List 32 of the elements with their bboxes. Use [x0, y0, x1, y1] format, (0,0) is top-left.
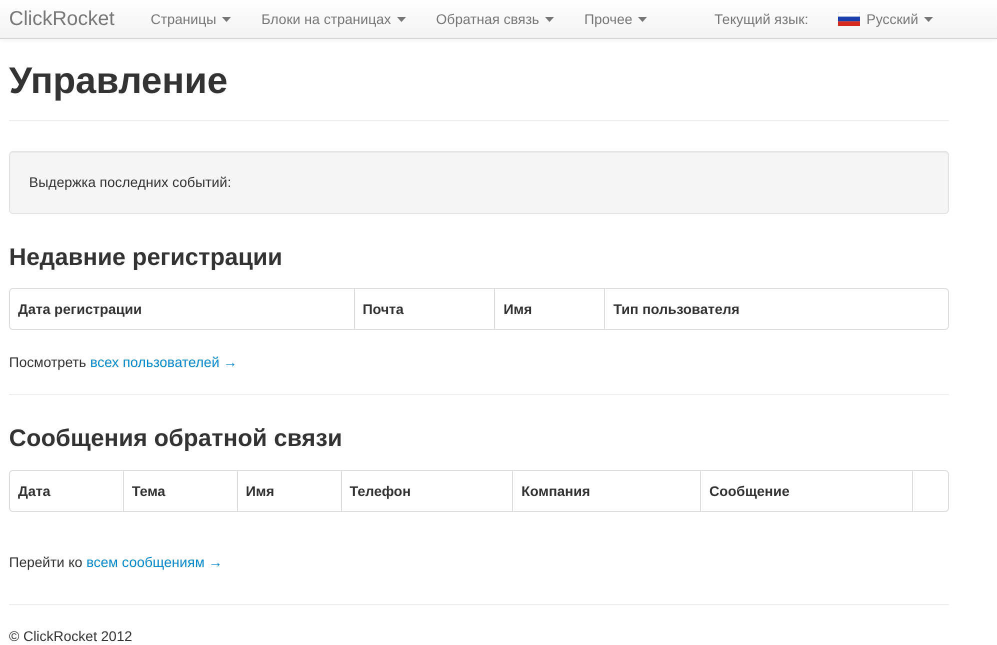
caret-icon — [222, 16, 232, 22]
column-header: Тема — [122, 471, 237, 512]
caret-icon — [397, 16, 406, 22]
events-panel: Выдержка последних событий: — [9, 150, 949, 214]
nav-menu[interactable]: Страницы — [150, 8, 232, 30]
column-header: Имя — [236, 471, 341, 512]
link-sentence: Перейти ко всем сообщениям → — [9, 553, 224, 572]
text-link[interactable]: всех пользователей → — [90, 354, 238, 370]
column-header: Компания — [512, 471, 700, 512]
column-header: Почта — [354, 289, 494, 330]
brand-link[interactable]: ClickRocket — [9, 4, 115, 34]
link-sentence: Посмотреть всех пользователей → — [9, 353, 238, 372]
flag-icon — [838, 12, 860, 26]
column-header: Телефон — [340, 471, 512, 512]
section-heading: Недавние регистрации — [9, 244, 284, 272]
section-heading: Сообщения обратной связи — [9, 425, 344, 454]
caret-icon — [924, 16, 934, 22]
caret-icon — [545, 16, 554, 22]
nav-menu[interactable]: Прочее — [584, 8, 648, 30]
nav-menu[interactable]: Обратная связь — [436, 8, 554, 30]
column-header: Дата регистрации — [17, 300, 143, 320]
column-header: Имя — [494, 289, 604, 330]
copyright-text: © ClickRocket 2012 — [9, 627, 134, 645]
page-title: Управление — [9, 61, 229, 102]
language-menu[interactable]: Русский — [838, 8, 934, 30]
caret-icon — [638, 16, 648, 22]
text-link[interactable]: всем сообщениям → — [86, 554, 222, 570]
column-header: Дата — [17, 482, 52, 502]
column-header: Сообщение — [700, 471, 912, 512]
nav-menu[interactable]: Блоки на страницах — [261, 8, 406, 30]
column-header: Тип пользователя — [604, 289, 948, 330]
language-label: Текущий язык: — [714, 10, 808, 29]
